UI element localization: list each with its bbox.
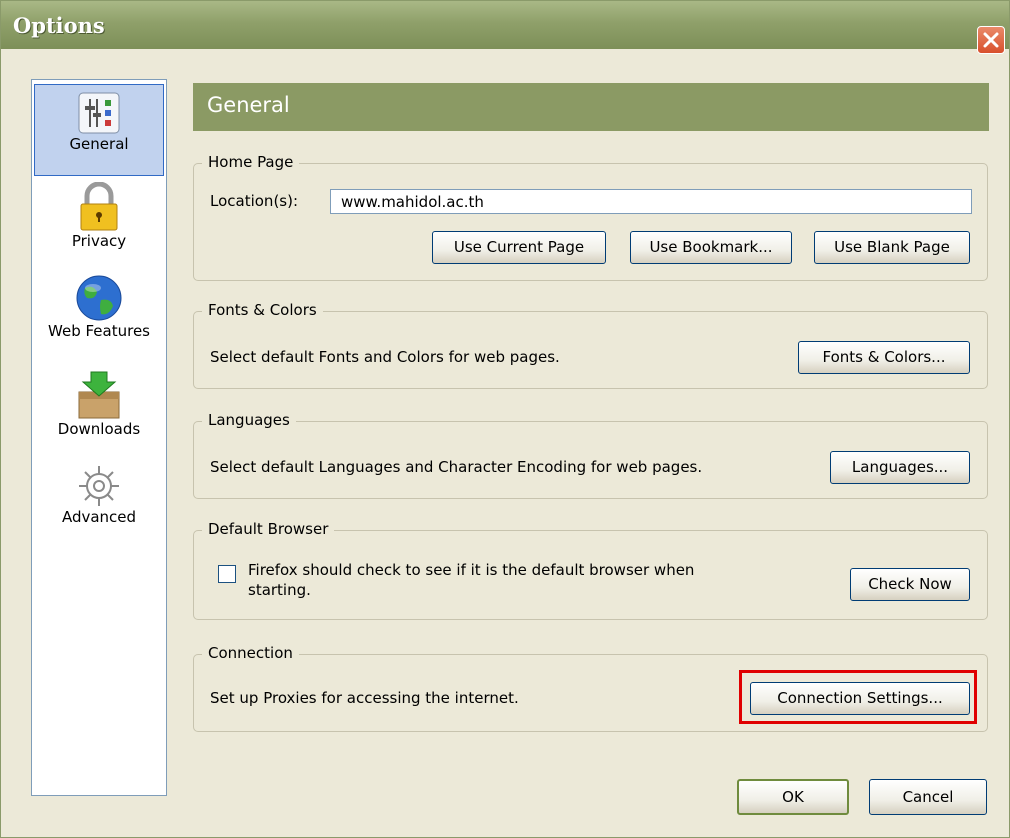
languages-button[interactable]: Languages...: [830, 451, 970, 484]
padlock-icon: [80, 182, 118, 231]
title-bar[interactable]: Options: [1, 1, 1009, 49]
download-box-icon: [78, 371, 120, 419]
home-page-legend: Home Page: [202, 153, 300, 171]
sidebar-item-web-features[interactable]: Web Features: [34, 274, 164, 358]
sidebar-item-label: General: [69, 135, 129, 153]
location-label: Location(s):: [210, 192, 299, 210]
gear-icon: [79, 466, 119, 506]
sidebar-item-label: Privacy: [71, 232, 127, 250]
close-icon: [983, 32, 999, 48]
options-dialog: Options General Privacy Web Features Dow…: [0, 0, 1010, 838]
home-page-location-input[interactable]: [330, 189, 972, 214]
default-browser-group: Default Browser Firefox should check to …: [193, 520, 988, 620]
connection-settings-highlight: [739, 670, 977, 724]
home-page-group: Home Page Location(s): Use Current Page …: [193, 153, 988, 281]
close-button[interactable]: [977, 26, 1005, 54]
sidebar-item-label: Advanced: [61, 508, 137, 526]
languages-description: Select default Languages and Character E…: [210, 458, 703, 476]
sidebar-item-privacy[interactable]: Privacy: [34, 182, 164, 266]
sidebar-item-label: Downloads: [57, 420, 141, 438]
languages-group: Languages Select default Languages and C…: [193, 411, 988, 499]
use-blank-page-button[interactable]: Use Blank Page: [814, 231, 970, 264]
window-title: Options: [13, 13, 105, 38]
fonts-colors-description: Select default Fonts and Colors for web …: [210, 348, 560, 366]
general-settings-icon: [78, 92, 120, 134]
use-current-page-button[interactable]: Use Current Page: [432, 231, 606, 264]
sidebar-item-general[interactable]: General: [34, 84, 164, 176]
languages-legend: Languages: [202, 411, 296, 429]
connection-legend: Connection: [202, 644, 299, 662]
connection-description: Set up Proxies for accessing the interne…: [210, 689, 519, 707]
ok-button[interactable]: OK: [737, 779, 849, 815]
default-browser-legend: Default Browser: [202, 520, 335, 538]
sidebar-item-label: Web Features: [48, 322, 150, 340]
fonts-colors-button[interactable]: Fonts & Colors...: [798, 341, 970, 374]
default-browser-checkbox[interactable]: [218, 565, 236, 583]
page-header: General: [193, 83, 989, 131]
default-browser-check-text: Firefox should check to see if it is the…: [248, 561, 695, 579]
category-sidebar: General Privacy Web Features Downloads A…: [31, 79, 167, 796]
fonts-colors-legend: Fonts & Colors: [202, 301, 323, 319]
globe-icon: [76, 275, 122, 321]
page-title: General: [207, 93, 290, 117]
sidebar-item-downloads[interactable]: Downloads: [34, 370, 164, 454]
sidebar-item-advanced[interactable]: Advanced: [34, 464, 164, 548]
default-browser-check-text-line2: starting.: [248, 581, 311, 599]
check-now-button[interactable]: Check Now: [850, 568, 970, 601]
use-bookmark-button[interactable]: Use Bookmark...: [630, 231, 792, 264]
fonts-colors-group: Fonts & Colors Select default Fonts and …: [193, 301, 988, 389]
cancel-button[interactable]: Cancel: [869, 779, 987, 815]
